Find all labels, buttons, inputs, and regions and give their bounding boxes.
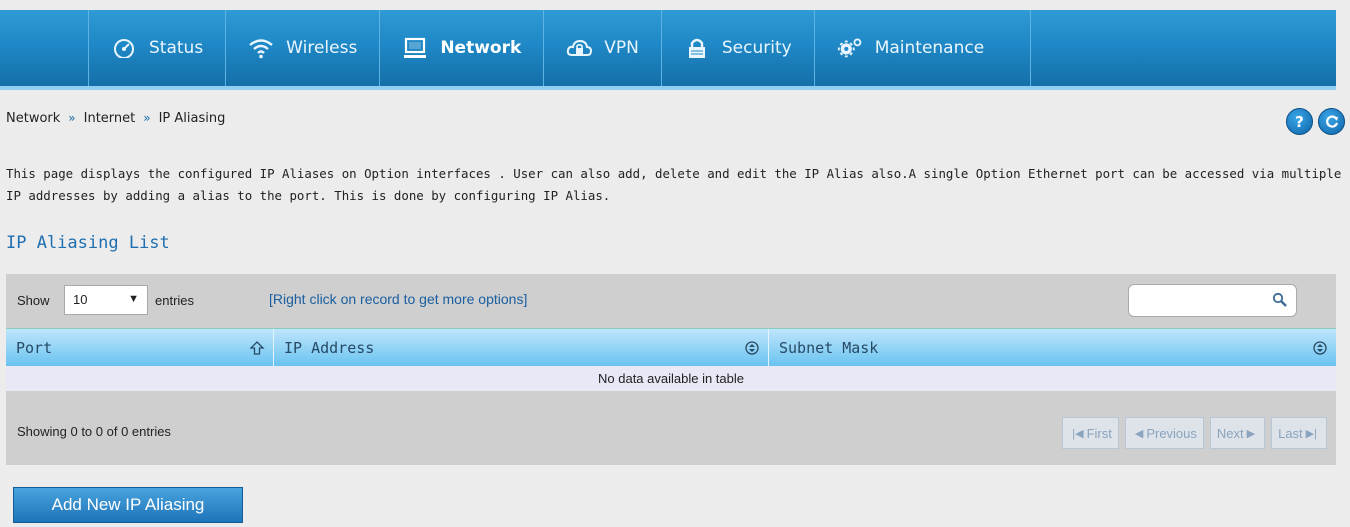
section-title: IP Aliasing List <box>6 233 170 253</box>
breadcrumb-separator: » <box>68 111 76 125</box>
refresh-icon[interactable] <box>1318 108 1345 135</box>
chevron-down-icon: ▼ <box>128 293 139 305</box>
right-click-hint: [Right click on record to get more optio… <box>269 291 528 307</box>
help-icon[interactable]: ? <box>1286 108 1313 135</box>
nav-label: Security <box>721 38 792 58</box>
search-icon <box>1272 292 1288 308</box>
nav-label: Network <box>440 38 522 58</box>
first-page-label: First <box>1086 425 1112 441</box>
page-size-select[interactable]: 10 ▼ <box>64 285 148 315</box>
ip-aliasing-table-panel: Show 10 ▼ entries [Right click on record… <box>6 274 1336 465</box>
add-new-ip-aliasing-button[interactable]: Add New IP Aliasing <box>13 487 243 523</box>
wifi-icon <box>248 37 274 59</box>
column-header-ip-address[interactable]: IP Address <box>274 329 769 367</box>
column-header-port[interactable]: Port <box>6 329 274 367</box>
breadcrumb-item[interactable]: Network <box>6 111 60 126</box>
last-page-icon: ▶| <box>1305 427 1317 440</box>
nav-label: Status <box>149 38 204 58</box>
show-label: Show <box>17 293 50 308</box>
table-info: Showing 0 to 0 of 0 entries <box>17 424 171 439</box>
nav-item-status[interactable]: Status <box>88 10 225 86</box>
pagination: |◀ First ◀ Previous Next ▶ Last ▶| <box>1062 417 1327 449</box>
table-header: Port IP Address Subnet Mask <box>6 328 1336 367</box>
top-nav-bar: Status Wireless Network VPN Security Mai… <box>0 10 1336 90</box>
help-icon-glyph: ? <box>1295 112 1304 131</box>
sort-both-icon <box>744 340 760 356</box>
main-nav: Status Wireless Network VPN Security Mai… <box>88 10 1032 86</box>
gauge-icon <box>111 37 137 59</box>
column-header-subnet-mask[interactable]: Subnet Mask <box>769 329 1336 367</box>
next-page-button[interactable]: Next ▶ <box>1209 417 1266 449</box>
sort-both-icon <box>1312 340 1328 356</box>
nav-item-network[interactable]: Network <box>379 10 543 86</box>
search-input[interactable] <box>1128 284 1297 317</box>
next-page-icon: ▶ <box>1246 427 1256 440</box>
nav-item-vpn[interactable]: VPN <box>543 10 661 86</box>
lock-icon <box>684 37 710 59</box>
breadcrumb-item-current: IP Aliasing <box>158 111 226 126</box>
column-header-label: IP Address <box>284 339 375 357</box>
nav-label: Maintenance <box>874 38 985 58</box>
nav-item-security[interactable]: Security <box>660 10 814 86</box>
breadcrumb: Network » Internet » IP Aliasing <box>6 111 225 126</box>
column-header-label: Port <box>16 339 53 357</box>
first-page-button[interactable]: |◀ First <box>1062 417 1119 449</box>
gears-icon <box>837 37 863 59</box>
nav-label: Wireless <box>286 38 358 58</box>
next-page-label: Next <box>1216 425 1244 441</box>
nav-label: VPN <box>604 38 639 58</box>
nav-item-wireless[interactable]: Wireless <box>225 10 379 86</box>
previous-page-label: Previous <box>1146 425 1197 441</box>
previous-page-button[interactable]: ◀ Previous <box>1124 417 1204 449</box>
first-page-icon: |◀ <box>1072 427 1084 440</box>
breadcrumb-separator: » <box>143 111 151 125</box>
sort-asc-icon <box>249 340 265 356</box>
column-header-label: Subnet Mask <box>779 339 879 357</box>
breadcrumb-item[interactable]: Internet <box>84 111 136 126</box>
entries-label: entries <box>155 293 195 308</box>
cloud-lock-icon <box>566 37 593 59</box>
last-page-button[interactable]: Last ▶| <box>1271 417 1327 449</box>
last-page-label: Last <box>1278 425 1303 441</box>
empty-table-row: No data available in table <box>6 366 1336 391</box>
table-controls: Show 10 ▼ entries [Right click on record… <box>6 274 1336 328</box>
nav-item-maintenance[interactable]: Maintenance <box>813 10 1032 86</box>
page-description: This page displays the configured IP Ali… <box>6 166 1342 203</box>
previous-page-icon: ◀ <box>1134 427 1144 440</box>
monitor-icon <box>402 37 428 59</box>
page-size-value: 10 <box>73 292 88 307</box>
